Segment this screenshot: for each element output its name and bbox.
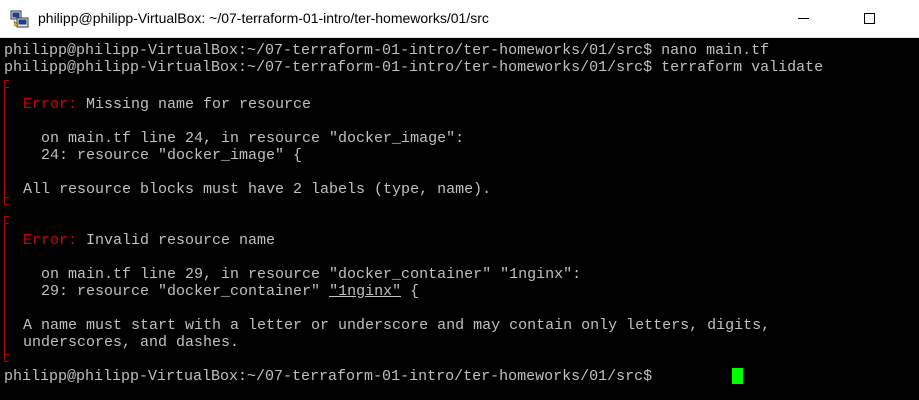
error2-gutter-bar: [4, 224, 8, 354]
maximize-button[interactable]: [847, 0, 893, 37]
error2-gutter-top: [4, 216, 9, 224]
error1-detail: All resource blocks must have 2 labels (…: [23, 181, 492, 198]
error2-location: on main.tf line 29, in resource "docker_…: [23, 266, 582, 283]
terminal-cursor: [732, 368, 743, 384]
error2-detail-line2: underscores, and dashes.: [23, 334, 240, 351]
close-button[interactable]: [895, 0, 919, 37]
error2-heading: Error: Invalid resource name: [23, 232, 275, 249]
error1-location: on main.tf line 24, in resource "docker_…: [23, 130, 465, 147]
error1-heading: Error: Missing name for resource: [23, 96, 311, 113]
error1-gutter-bar: [4, 88, 8, 197]
command-line-nano: philipp@philipp-VirtualBox:~/07-terrafor…: [4, 42, 770, 59]
putty-window: philipp@philipp-VirtualBox: ~/07-terrafo…: [0, 0, 919, 400]
terminal-output[interactable]: philipp@philipp-VirtualBox:~/07-terrafor…: [0, 38, 919, 400]
maximize-icon: [864, 13, 875, 24]
error2-code: 29: resource "docker_container" "1nginx"…: [23, 283, 419, 300]
command-line-validate: philipp@philipp-VirtualBox:~/07-terrafor…: [4, 59, 824, 76]
error1-title: Missing name for resource: [77, 96, 312, 113]
minimize-icon: [798, 18, 809, 19]
error1-code: 24: resource "docker_image" {: [23, 147, 303, 164]
window-title: philipp@philipp-VirtualBox: ~/07-terrafo…: [38, 10, 489, 26]
error2-title: Invalid resource name: [77, 232, 276, 249]
minimize-button[interactable]: [781, 0, 827, 37]
putty-icon[interactable]: [10, 9, 30, 29]
error1-gutter-bottom: [4, 197, 9, 205]
error2-code-highlight: "1nginx": [329, 283, 402, 300]
title-bar[interactable]: philipp@philipp-VirtualBox: ~/07-terrafo…: [0, 0, 919, 38]
error2-label: Error:: [23, 232, 78, 249]
error1-gutter-top: [4, 80, 9, 88]
error2-code-suffix: {: [401, 283, 420, 300]
error2-detail-line1: A name must start with a letter or under…: [23, 317, 771, 334]
error2-gutter-bottom: [4, 354, 9, 362]
error2-code-prefix: 29: resource "docker_container": [23, 283, 330, 300]
command-line-current: philipp@philipp-VirtualBox:~/07-terrafor…: [4, 368, 662, 385]
error1-label: Error:: [23, 96, 78, 113]
